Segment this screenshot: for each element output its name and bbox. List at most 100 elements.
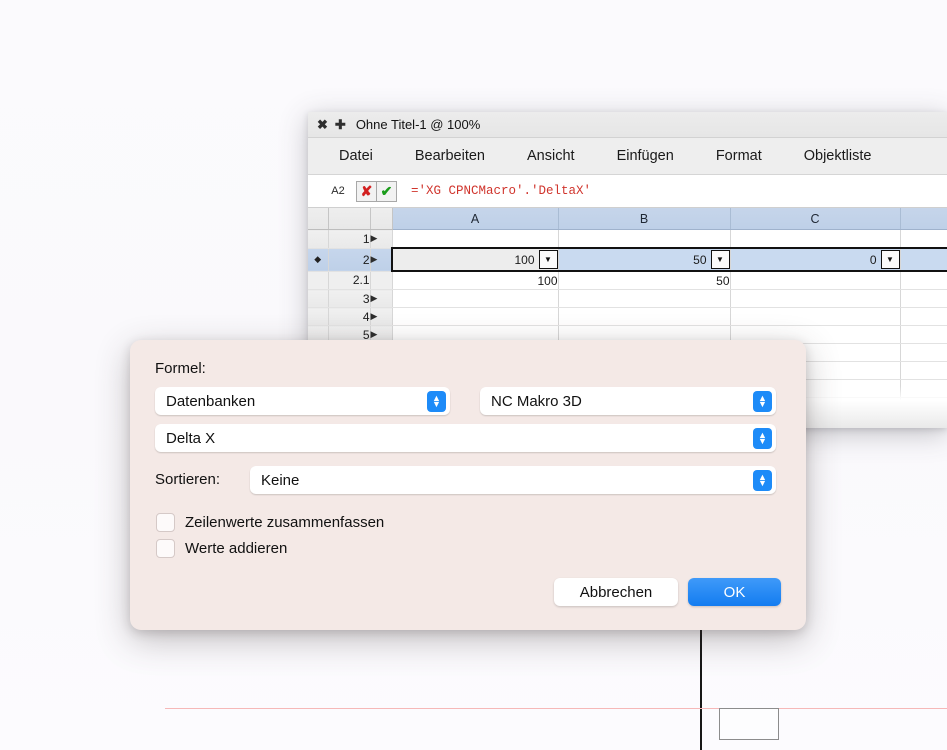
checkbox-add-values-label: Werte addieren — [185, 540, 288, 557]
menu-item-einfuegen[interactable]: Einfügen — [596, 148, 695, 164]
cell-b2-value: 50 — [693, 252, 707, 267]
cell-d21[interactable] — [900, 271, 947, 290]
chevron-down-icon: ▼ — [758, 436, 767, 446]
cell-d1[interactable] — [900, 229, 947, 249]
menu-item-bearbeiten[interactable]: Bearbeiten — [394, 148, 506, 164]
database-select[interactable]: Datenbanken ▲ ▼ — [155, 387, 450, 415]
cell-d8[interactable] — [900, 379, 947, 398]
plus-icon[interactable]: ✚ — [335, 118, 346, 131]
macro-select-value: NC Makro 3D — [491, 392, 582, 410]
cell-b1[interactable] — [558, 229, 731, 249]
cell-b2-dropdown-icon[interactable]: ▼ — [710, 250, 730, 269]
cell-c2-dropdown-icon[interactable]: ▼ — [880, 250, 900, 269]
row-number-21[interactable]: 2.1 — [328, 271, 371, 290]
checkbox-row-summarize[interactable]: Zeilenwerte zusammenfassen — [156, 513, 384, 532]
cell-a3[interactable] — [392, 289, 559, 308]
macro-select[interactable]: NC Makro 3D ▲ ▼ — [480, 387, 776, 415]
menu-item-datei[interactable]: Datei — [318, 148, 394, 164]
ok-button[interactable]: OK — [688, 578, 781, 606]
cell-d6[interactable] — [900, 343, 947, 362]
row-expand-arrow-icon-3[interactable]: ▶ — [370, 289, 393, 308]
formula-cancel-icon[interactable]: ✘ — [356, 180, 376, 202]
database-select-value: Datenbanken — [166, 392, 256, 410]
cell-a1[interactable] — [392, 229, 559, 249]
empty-rectangle-shape[interactable] — [719, 708, 779, 740]
cell-d7[interactable] — [900, 361, 947, 380]
cell-c2[interactable]: 0 ▼ — [730, 247, 901, 272]
menu-bar: Datei Bearbeiten Ansicht Einfügen Format… — [308, 138, 947, 175]
checkbox-summarize[interactable] — [156, 513, 175, 532]
sort-select[interactable]: Keine ▲ ▼ — [250, 466, 776, 494]
row-marker-selected: ◆ — [308, 248, 329, 272]
row-number-3[interactable]: 3 — [328, 289, 371, 308]
row-expand-arrow-icon[interactable]: ▶ — [370, 229, 393, 249]
cell-a4[interactable] — [392, 307, 559, 326]
table-row: 3 ▶ — [308, 289, 947, 308]
column-header-c[interactable]: C — [730, 208, 901, 230]
chevron-updown-icon-field[interactable]: ▲ ▼ — [753, 427, 772, 449]
grid-corner[interactable] — [308, 208, 329, 230]
cell-d3[interactable] — [900, 289, 947, 308]
grid-corner-arrow[interactable] — [370, 208, 393, 230]
close-icon[interactable]: ✖ — [317, 118, 328, 131]
cell-b4[interactable] — [558, 307, 731, 326]
table-row-sub: 2.1 100 50 — [308, 271, 947, 290]
column-header-d[interactable] — [900, 208, 947, 230]
formula-input[interactable]: ='XG CPNCMacro'.'DeltaX' — [411, 184, 591, 198]
table-row-selected: ◆ 2 ▶ 100 ▼ 50 ▼ 0 ▼ — [308, 247, 947, 272]
chevron-down-icon: ▼ — [432, 399, 441, 409]
cell-c4[interactable] — [730, 307, 901, 326]
formel-label: Formel: — [155, 360, 206, 377]
chevron-down-icon: ▼ — [758, 399, 767, 409]
table-row: 4 ▶ — [308, 307, 947, 326]
formula-bar: A2 ✘ ✔ ='XG CPNCMacro'.'DeltaX' — [308, 175, 947, 208]
cell-reference-box[interactable]: A2 — [320, 185, 356, 197]
cell-d5[interactable] — [900, 325, 947, 344]
cell-c21[interactable] — [730, 271, 901, 290]
menu-item-objektliste[interactable]: Objektliste — [783, 148, 893, 164]
menu-item-ansicht[interactable]: Ansicht — [506, 148, 596, 164]
checkbox-row-add-values[interactable]: Werte addieren — [156, 539, 287, 558]
menu-item-format[interactable]: Format — [695, 148, 783, 164]
cell-c1[interactable] — [730, 229, 901, 249]
chevron-updown-icon-macro[interactable]: ▲ ▼ — [753, 390, 772, 412]
cell-c2-value: 0 — [869, 252, 877, 267]
grid-corner-num[interactable] — [328, 208, 371, 230]
row-marker — [308, 229, 329, 249]
cancel-button[interactable]: Abbrechen — [554, 578, 678, 606]
cell-a2[interactable]: 100 ▼ — [391, 247, 559, 272]
checkbox-add-values[interactable] — [156, 539, 175, 558]
column-header-row: A B C — [308, 208, 947, 230]
row-expand-arrow-icon-2[interactable]: ▶ — [370, 248, 393, 272]
row-marker-3 — [308, 289, 329, 308]
cell-a2-dropdown-icon[interactable]: ▼ — [538, 250, 558, 269]
cell-d4[interactable] — [900, 307, 947, 326]
column-header-a[interactable]: A — [392, 208, 559, 230]
cell-c3[interactable] — [730, 289, 901, 308]
row-expand-arrow-icon-4[interactable]: ▶ — [370, 307, 393, 326]
cell-d10[interactable] — [900, 415, 947, 428]
row-marker-sub — [308, 271, 329, 290]
field-select[interactable]: Delta X ▲ ▼ — [155, 424, 776, 452]
table-row: 1 ▶ — [308, 229, 947, 249]
field-select-value: Delta X — [166, 429, 216, 447]
formula-dialog: Formel: Datenbanken ▲ ▼ NC Makro 3D ▲ ▼ … — [130, 340, 806, 630]
cell-b2[interactable]: 50 ▼ — [558, 247, 731, 272]
row-number-4[interactable]: 4 — [328, 307, 371, 326]
cell-d2[interactable] — [900, 247, 947, 272]
horizontal-guide-line — [165, 708, 947, 709]
row-number[interactable]: 1 — [328, 229, 371, 249]
cell-d9[interactable] — [900, 397, 947, 416]
row-number-2[interactable]: 2 — [328, 248, 371, 272]
cell-a21[interactable]: 100 — [392, 271, 559, 290]
window-title-bar[interactable]: ✖ ✚ Ohne Titel-1 @ 100% — [308, 112, 947, 138]
formula-accept-icon[interactable]: ✔ — [376, 180, 397, 202]
column-header-b[interactable]: B — [558, 208, 731, 230]
cell-b3[interactable] — [558, 289, 731, 308]
chevron-updown-icon-sort[interactable]: ▲ ▼ — [753, 469, 772, 491]
chevron-updown-icon[interactable]: ▲ ▼ — [427, 390, 446, 412]
cell-b21[interactable]: 50 — [558, 271, 731, 290]
checkbox-summarize-label: Zeilenwerte zusammenfassen — [185, 514, 385, 531]
window-title: Ohne Titel-1 @ 100% — [355, 117, 481, 132]
chevron-down-icon: ▼ — [758, 478, 767, 488]
